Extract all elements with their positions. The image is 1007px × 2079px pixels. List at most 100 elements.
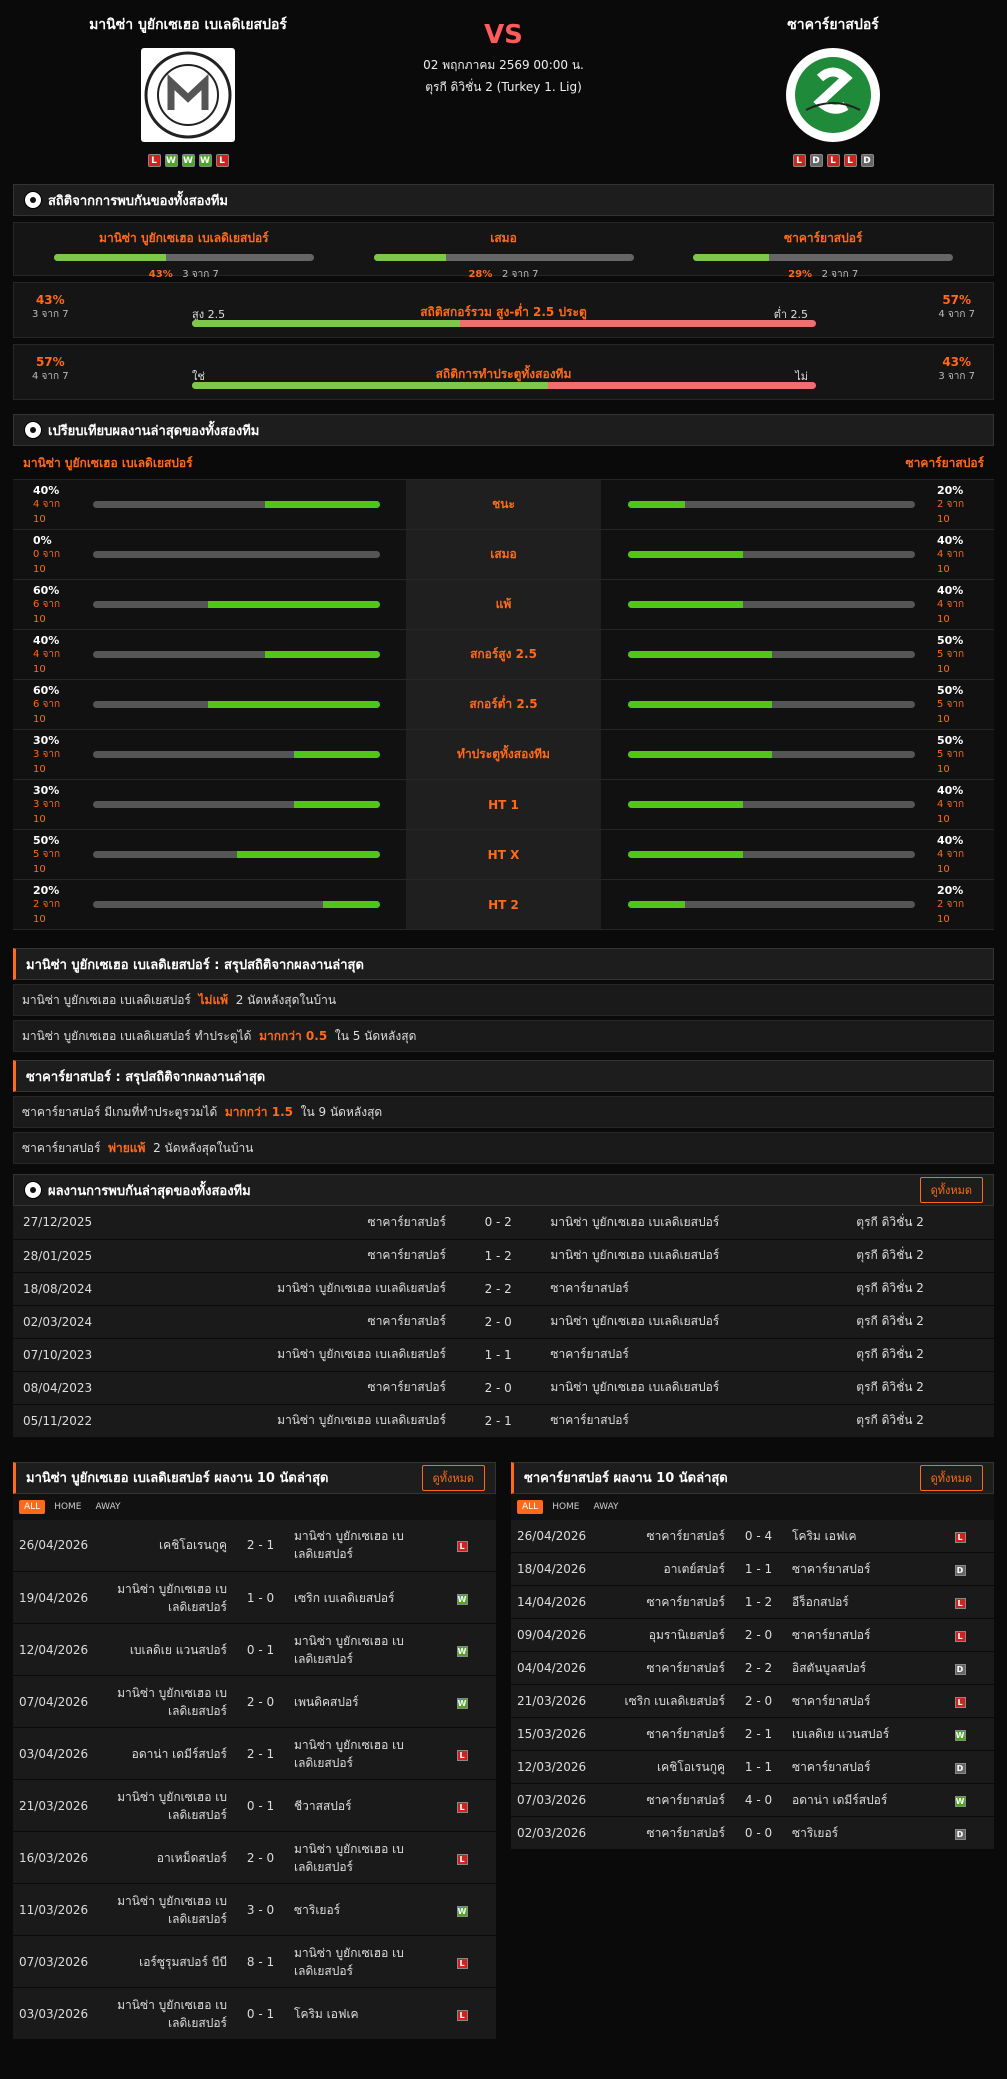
home-form: LWWWL (58, 154, 318, 167)
table-row[interactable]: 26/04/2026 ซาคาร์ยาสปอร์ 0 - 4 โคริม เอฟเค L (511, 1519, 994, 1553)
score: 4 - 0 (731, 1783, 786, 1817)
tab-away[interactable]: AWAY (589, 1500, 624, 1514)
table-row[interactable]: 15/03/2026 ซาคาร์ยาสปอร์ 2 - 1 เบเลดิเย แวน… (511, 1717, 994, 1751)
summary-highlight: มากกว่า 0.5 (259, 1028, 328, 1043)
table-row[interactable]: 28/01/2025 ซาคาร์ยาสปอร์ 1 - 2 มานิซ่า บูยั… (13, 1239, 994, 1273)
table-row[interactable]: 12/03/2026 เคชิโอเรนกูคู 1 - 1 ซาคาร์ยาสปอร… (511, 1750, 994, 1784)
home-bar (93, 901, 380, 908)
score: 2 - 0 (233, 1675, 288, 1728)
away-bar (628, 651, 915, 658)
league: ตุรกี ดิวิชั่น 2 (846, 1371, 994, 1405)
summary-highlight: ไม่แพ้ (198, 992, 229, 1007)
h2h-history-table: 27/12/2025 ซาคาร์ยาสปอร์ 0 - 2 มานิซ่า บูยั… (13, 1206, 994, 1438)
away-pct: 50% (937, 634, 964, 647)
tab-home[interactable]: HOME (547, 1500, 584, 1514)
home-team: ซาคาร์ยาสปอร์ (606, 1651, 731, 1685)
match-header: มานิซ่า บูยักเซเฮอ เบเลดิเยสปอร์ LWWWL V… (13, 0, 994, 180)
table-row[interactable]: 27/12/2025 ซาคาร์ยาสปอร์ 0 - 2 มานิซ่า บูยั… (13, 1206, 994, 1240)
compare-home-side: 60% 6 จาก 10 (13, 680, 406, 729)
table-row[interactable]: 03/03/2026 มานิซ่า บูยักเซเฮอ เบ เลดิเยสป… (13, 1987, 496, 2040)
view-all-button[interactable]: ดูทั้งหมด (919, 1464, 983, 1491)
compare-label: HT 1 (406, 780, 601, 829)
tab-all[interactable]: ALL (19, 1499, 46, 1514)
table-row[interactable]: 18/08/2024 มานิซ่า บูยักเซเฮอ เบเลดิเยสปอ… (13, 1272, 994, 1306)
home-bar (93, 851, 380, 858)
table-row[interactable]: 11/03/2026 มานิซ่า บูยักเซเฮอ เบ เลดิเยสป… (13, 1883, 496, 1936)
tab-away[interactable]: AWAY (91, 1500, 126, 1514)
table-row[interactable]: 21/03/2026 เซริก เบเลดิเยสปอร์ 2 - 0 ซาคาร์… (511, 1684, 994, 1718)
away-team: มานิซ่า บูยักเซเฮอ เบ เลดิเยสปอร์ (288, 1727, 428, 1780)
summary-text: ซาคาร์ยาสปอร์ (22, 1140, 101, 1155)
table-row[interactable]: 21/03/2026 มานิซ่า บูยักเซเฮอ เบ เลดิเยสป… (13, 1779, 496, 1832)
compare-away-side: 20% 2 จาก 10 (601, 480, 994, 529)
view-all-button[interactable]: ดูทั้งหมด (421, 1464, 485, 1491)
table-row[interactable]: 02/03/2026 ซาคาร์ยาสปอร์ 0 - 0 ซาริเยอร์ D (511, 1816, 994, 1850)
score: 0 - 1 (233, 1987, 288, 2040)
away-pct: 20% (937, 484, 964, 497)
compare-row: 40% 4 จาก 10 สกอร์สูง 2.5 50% 5 จาก 10 (13, 630, 994, 680)
away-team: อิสตันบูลสปอร์ (786, 1651, 926, 1685)
form-badge: L (843, 154, 857, 167)
table-row[interactable]: 05/11/2022 มานิซ่า บูยักเซเฮอ เบเลดิเยสปอ… (13, 1404, 994, 1438)
league: ตุรกี ดิวิชั่น 2 (846, 1404, 994, 1438)
away-bar (628, 701, 915, 708)
summary-text: 2 นัดหลังสุดในบ้าน (153, 1140, 254, 1155)
home-bar (93, 551, 380, 558)
table-row[interactable]: 02/03/2024 ซาคาร์ยาสปอร์ 2 - 0 มานิซ่า บูยั… (13, 1305, 994, 1339)
table-row[interactable]: 19/04/2026 มานิซ่า บูยักเซเฮอ เบ เลดิเยสป… (13, 1571, 496, 1624)
compare-label: ทำประตูทั้งสองทีม (406, 730, 601, 779)
result-cell: L (926, 1585, 994, 1619)
tab-home[interactable]: HOME (49, 1500, 86, 1514)
away-pct: 40% (937, 534, 964, 547)
home-team: เคชิโอเรนกูคู (606, 1750, 731, 1784)
table-row[interactable]: 09/04/2026 อุมรานิเยสปอร์ 2 - 0 ซาคาร์ยาสปอ… (511, 1618, 994, 1652)
table-row[interactable]: 14/04/2026 ซาคาร์ยาสปอร์ 1 - 2 อีร็อกสปอร์ L (511, 1585, 994, 1619)
score: 0 - 4 (731, 1519, 786, 1553)
away-team: ซาคาร์ยาสปอร์ (540, 1272, 847, 1306)
match-date: 19/04/2026 (13, 1571, 108, 1624)
compare-label: HT X (406, 830, 601, 879)
table-row[interactable]: 04/04/2026 ซาคาร์ยาสปอร์ 2 - 2 อิสตันบูลสปอ… (511, 1651, 994, 1685)
table-row[interactable]: 16/03/2026 อาเหม็ดสปอร์ 2 - 0 มานิซ่า บูยัก… (13, 1831, 496, 1884)
away-count: 4 จาก 10 (937, 799, 965, 825)
h2h-home-win: มานิซ่า บูยักเซเฮอ เบเลดิเยสปอร์ 43% 3 จ… (24, 229, 344, 280)
result-badge: D (954, 1763, 966, 1774)
home-count: 5 จาก 10 (33, 849, 61, 875)
home-count: 0 จาก 10 (33, 549, 61, 575)
result-cell: W (428, 1883, 496, 1936)
table-row[interactable]: 03/04/2026 อดาน่า เดมีร์สปอร์ 2 - 1 มานิซ่า… (13, 1727, 496, 1780)
table-row[interactable]: 07/04/2026 มานิซ่า บูยักเซเฮอ เบ เลดิเยสป… (13, 1675, 496, 1728)
summary-home-line1: มานิซ่า บูยักเซเฮอ เบเลดิเยสปอร์ ไม่แพ้ … (13, 984, 994, 1016)
home-pct-block: 30% 3 จาก 10 (13, 784, 73, 825)
table-row[interactable]: 08/04/2023 ซาคาร์ยาสปอร์ 2 - 0 มานิซ่า บูยั… (13, 1371, 994, 1405)
table-row[interactable]: 26/04/2026 เคชิโอเรนกูคู 2 - 1 มานิซ่า บูยั… (13, 1519, 496, 1572)
table-row[interactable]: 18/04/2026 อาเตย์สปอร์ 1 - 1 ซาคาร์ยาสปอร์ D (511, 1552, 994, 1586)
h2h-away-count: 2 จาก 7 (821, 269, 859, 280)
match-date: 21/03/2026 (13, 1779, 108, 1832)
away-team: อีร็อกสปอร์ (786, 1585, 926, 1619)
score: 2 - 1 (233, 1519, 288, 1572)
match-date: 15/03/2026 (511, 1717, 606, 1751)
result-cell: L (428, 1779, 496, 1832)
away-team: เซริก เบเลดิเยสปอร์ (288, 1571, 428, 1624)
table-row[interactable]: 07/03/2026 ซาคาร์ยาสปอร์ 4 - 0 อดาน่า เดมีร… (511, 1783, 994, 1817)
home-pct-block: 60% 6 จาก 10 (13, 684, 73, 725)
view-all-button[interactable]: ดูทั้งหมด (919, 1177, 983, 1203)
table-row[interactable]: 07/03/2026 เอร์ซูรุมสปอร์ บีบี 8 - 1 มานิซ่… (13, 1935, 496, 1988)
table-row[interactable]: 12/04/2026 เบเลดิเย แวนสปอร์ 0 - 1 มานิซ่า … (13, 1623, 496, 1676)
summary-home-header: มานิซ่า บูยักเซเฮอ เบเลดิเยสปอร์ : สรุปส… (13, 948, 994, 980)
away-bar-fill (628, 701, 772, 708)
away-bar (628, 551, 915, 558)
form-badge: L (147, 154, 161, 167)
result-cell: W (428, 1571, 496, 1624)
compare-row: 20% 2 จาก 10 HT 2 20% 2 จาก 10 (13, 880, 994, 930)
table-row[interactable]: 07/10/2023 มานิซ่า บูยักเซเฮอ เบเลดิเยสปอ… (13, 1338, 994, 1372)
match-date: 02/03/2026 (511, 1816, 606, 1850)
away-count: 4 จาก 10 (937, 599, 965, 625)
summary-highlight: มากกว่า 1.5 (224, 1104, 293, 1119)
tab-all[interactable]: ALL (517, 1499, 544, 1514)
section-title: มานิซ่า บูยักเซเฮอ เบเลดิเยสปอร์ : สรุปส… (26, 957, 364, 973)
home-last10: มานิซ่า บูยักเซเฮอ เบเลดิเยสปอร์ ผลงาน 1… (13, 1461, 496, 2040)
score: 2 - 1 (233, 1727, 288, 1780)
away-pct-block: 40% 4 จาก 10 (915, 584, 975, 625)
